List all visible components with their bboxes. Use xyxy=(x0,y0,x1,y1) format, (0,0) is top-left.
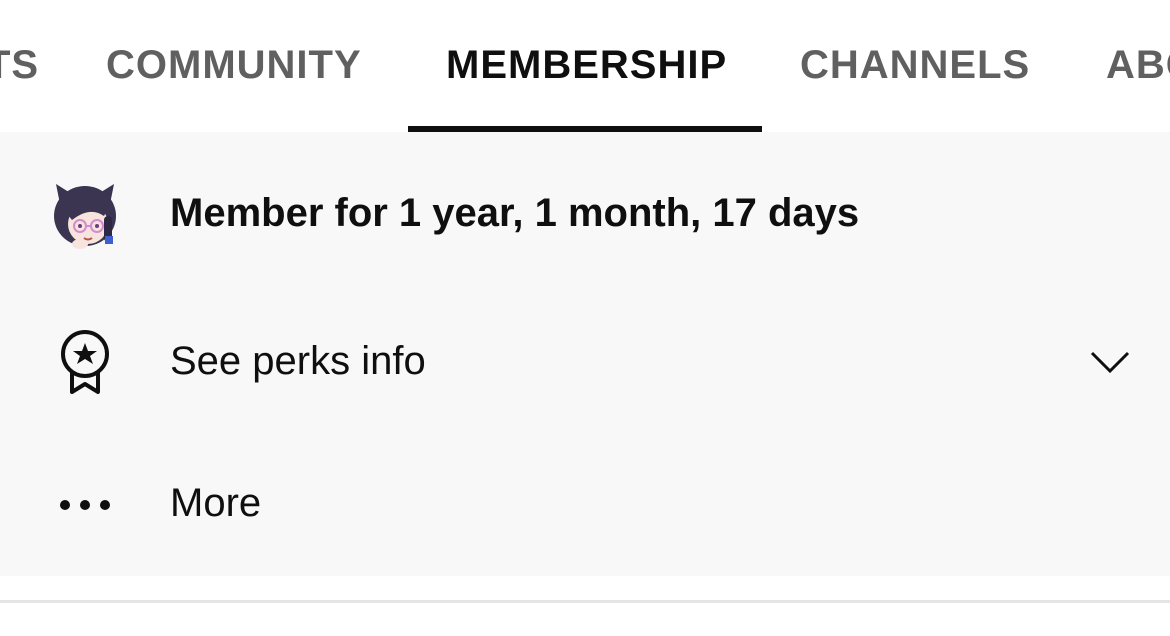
member-duration-text: Member for 1 year, 1 month, 17 days xyxy=(170,191,860,235)
perks-row[interactable]: See perks info xyxy=(0,296,1170,426)
perks-label: See perks info xyxy=(170,339,426,383)
tab-shorts[interactable]: TS xyxy=(0,40,39,90)
divider xyxy=(0,600,1170,603)
channel-tab-bar: TS COMMUNITY MEMBERSHIP CHANNELS ABC xyxy=(0,0,1170,132)
chevron-down-icon[interactable] xyxy=(1088,339,1132,383)
more-label: More xyxy=(170,481,262,525)
tab-about[interactable]: ABC xyxy=(1106,40,1170,90)
more-dots-icon xyxy=(50,470,120,540)
tab-membership[interactable]: MEMBERSHIP xyxy=(446,40,727,90)
tab-community[interactable]: COMMUNITY xyxy=(106,40,362,90)
tab-channels[interactable]: CHANNELS xyxy=(800,40,1030,90)
award-star-icon xyxy=(50,328,120,398)
membership-panel: Member for 1 year, 1 month, 17 days See … xyxy=(0,132,1170,576)
member-badge-avatar xyxy=(50,180,120,250)
more-row[interactable]: More xyxy=(0,438,1170,568)
member-duration-row: Member for 1 year, 1 month, 17 days xyxy=(0,148,1170,278)
